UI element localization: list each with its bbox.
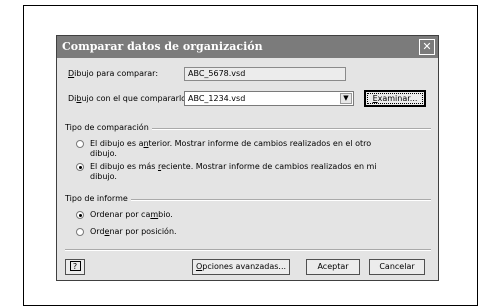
dialog-title: Comparar datos de organización: [62, 40, 263, 53]
close-icon: ✕: [422, 40, 432, 53]
help-icon: ?: [69, 261, 81, 271]
radio-newer[interactable]: [76, 163, 84, 171]
chevron-down-icon[interactable]: ▼: [340, 93, 352, 104]
comparison-type-title: Tipo de comparación: [65, 123, 152, 132]
footer-divider: [65, 249, 431, 251]
advanced-options-button[interactable]: Opciones avanzadas...: [192, 259, 290, 275]
radio-older-label[interactable]: El dibujo es anterior. Mostrar informe d…: [90, 139, 371, 159]
dialog-titlebar: Comparar datos de organización: [57, 36, 438, 58]
compare-drawing-field: ABC_5678.vsd: [184, 67, 346, 81]
radio-order-by-change-label[interactable]: Ordenar por cambio.: [90, 210, 173, 220]
cancel-button[interactable]: Cancelar: [369, 259, 425, 275]
browse-button[interactable]: Examinar...: [364, 90, 426, 107]
radio-older[interactable]: [76, 140, 84, 148]
compare-with-combo[interactable]: ABC_1234.vsd ▼: [184, 91, 354, 106]
radio-order-by-position-label[interactable]: Ordenar por posición.: [90, 227, 177, 237]
compare-dialog: Comparar datos de organización ✕ Dibujo …: [56, 35, 439, 281]
help-button[interactable]: ?: [65, 259, 85, 275]
compare-with-label: Dibujo con el que compararlo:: [68, 94, 189, 103]
radio-newer-label[interactable]: El dibujo es más reciente. Mostrar infor…: [90, 162, 377, 182]
close-button[interactable]: ✕: [419, 39, 435, 55]
compare-drawing-label: Dibujo para comparar:: [68, 69, 159, 78]
accept-button[interactable]: Aceptar: [306, 259, 360, 275]
report-type-title: Tipo de informe: [65, 194, 131, 203]
radio-order-by-change[interactable]: [76, 211, 84, 219]
radio-order-by-position[interactable]: [76, 228, 84, 236]
